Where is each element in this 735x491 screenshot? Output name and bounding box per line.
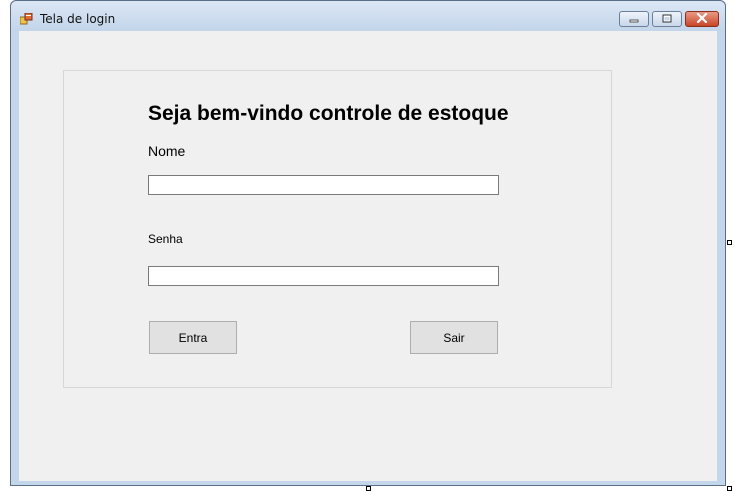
exit-button[interactable]: Sair xyxy=(410,321,498,354)
maximize-icon xyxy=(662,10,672,28)
form-client-area: Seja bem-vindo controle de estoque Nome … xyxy=(19,31,717,481)
resize-handle-corner[interactable] xyxy=(727,486,732,491)
minimize-button[interactable] xyxy=(619,11,649,27)
window-title: Tela de login xyxy=(40,12,116,26)
resize-handle-right[interactable] xyxy=(727,240,732,245)
name-input[interactable] xyxy=(148,175,499,195)
resize-handle-bottom[interactable] xyxy=(366,486,371,491)
close-button[interactable] xyxy=(685,11,719,27)
password-label: Senha xyxy=(148,232,183,246)
form-icon xyxy=(19,12,33,25)
enter-button[interactable]: Entra xyxy=(149,321,237,354)
welcome-heading: Seja bem-vindo controle de estoque xyxy=(148,102,509,125)
title-bar[interactable]: Tela de login xyxy=(11,1,725,31)
password-input[interactable] xyxy=(148,266,499,286)
app-window: Tela de login Seja bem-vindo controle de… xyxy=(10,0,726,486)
minimize-icon xyxy=(629,10,639,28)
name-label: Nome xyxy=(148,143,186,159)
maximize-button[interactable] xyxy=(652,11,682,27)
close-icon xyxy=(696,10,708,28)
